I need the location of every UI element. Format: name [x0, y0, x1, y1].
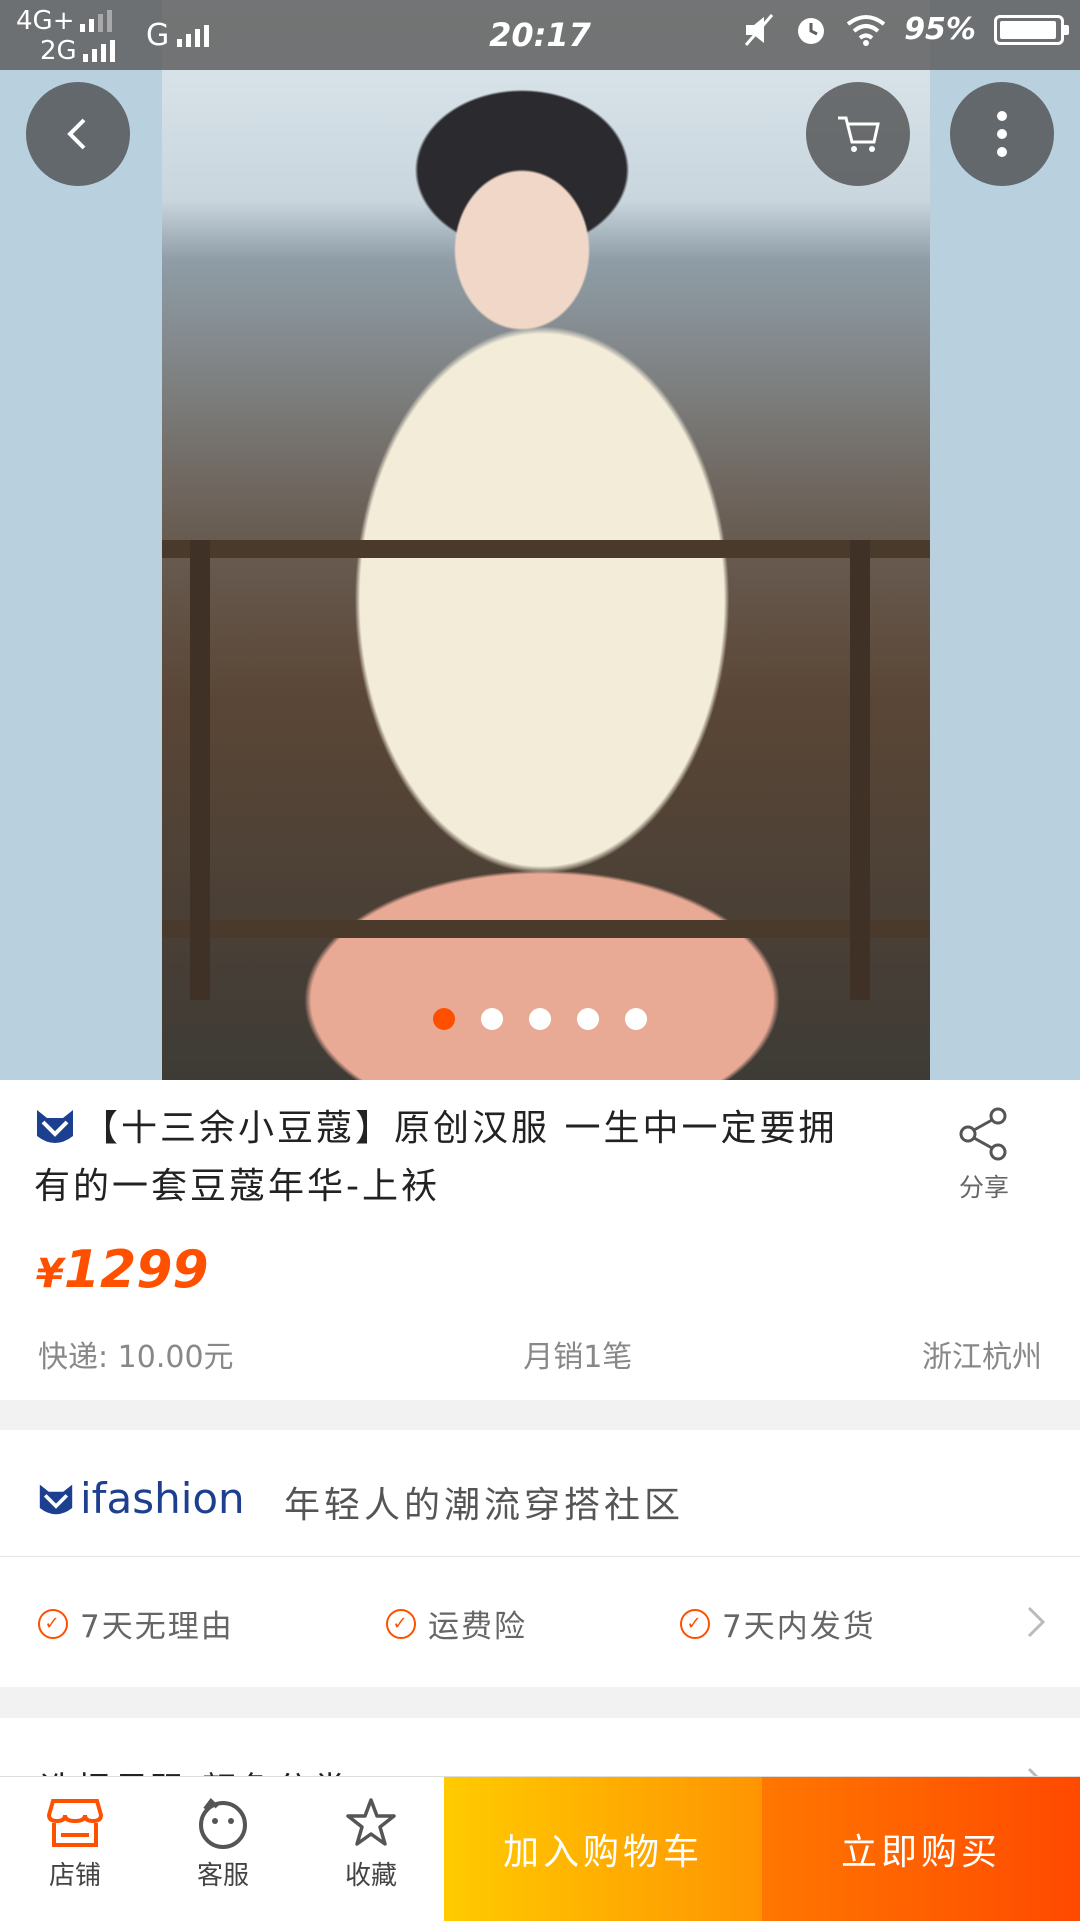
service-guarantees-row[interactable]: ✓ 7天无理由 ✓ 运费险 ✓ 7天内发货	[0, 1557, 1080, 1687]
photo-rail-decor	[162, 920, 930, 938]
favorite-button[interactable]: 收藏	[316, 1797, 426, 1892]
monthly-sales: 月销1笔	[523, 1340, 633, 1375]
photo-rail-decor	[162, 540, 930, 558]
gallery-dot[interactable]	[481, 1008, 503, 1030]
battery-icon	[994, 14, 1069, 45]
ifashion-logo: ifashion	[36, 1474, 245, 1523]
check-circle-icon: ✓	[386, 1608, 416, 1639]
more-vertical-icon	[997, 111, 1007, 157]
guarantee-item: ✓ 运费险	[386, 1601, 527, 1646]
shipping-fee: 快递: 10.00元	[38, 1340, 234, 1375]
photo-post-decor	[190, 540, 210, 1000]
guarantee-item: ✓ 7天内发货	[680, 1601, 876, 1646]
wifi-icon	[846, 14, 886, 46]
customer-service-icon	[199, 1797, 247, 1849]
star-icon	[346, 1798, 396, 1846]
favorite-label: 收藏	[344, 1861, 397, 1891]
share-label: 分享	[958, 1173, 1009, 1202]
gallery-dot[interactable]	[577, 1008, 599, 1030]
product-meta-row: 快递: 10.00元 月销1笔 浙江杭州	[38, 1332, 1042, 1376]
check-circle-icon: ✓	[680, 1608, 710, 1639]
store-label: 店铺	[48, 1861, 101, 1891]
gallery-dot[interactable]	[625, 1008, 647, 1030]
product-image-gallery[interactable]	[0, 0, 1080, 1080]
more-options-button[interactable]	[950, 82, 1054, 186]
tmall-cat-logo-icon	[39, 1484, 73, 1514]
gallery-dot[interactable]	[529, 1008, 551, 1030]
customer-service-button[interactable]: 客服	[168, 1797, 278, 1892]
alarm-icon	[798, 17, 825, 44]
status-bar: 4G+ 2G G 20:17 95%	[0, 0, 1080, 70]
guarantee-label: 运费险	[428, 1609, 527, 1645]
status-icons: 95%	[742, 12, 1069, 47]
back-button[interactable]	[26, 82, 130, 186]
battery-percent: 95%	[904, 12, 976, 47]
price-value: 1299	[63, 1240, 209, 1300]
back-icon	[67, 118, 86, 150]
add-to-cart-button[interactable]: 加入购物车	[444, 1777, 762, 1921]
product-title: 【十三余小豆蔻】原创汉服 一生中一定要拥有的一套豆蔻年华-上袄	[34, 1100, 864, 1216]
product-info-panel: 【十三余小豆蔻】原创汉服 一生中一定要拥有的一套豆蔻年华-上袄 分享 ¥1299…	[0, 1080, 1080, 1400]
ifashion-tagline: 年轻人的潮流穿搭社区	[284, 1485, 685, 1526]
photo-post-decor	[850, 540, 870, 1000]
ifashion-brand: ifashion	[80, 1474, 245, 1523]
customer-service-label: 客服	[196, 1861, 249, 1891]
share-button[interactable]: 分享	[944, 1106, 1024, 1204]
gallery-dot[interactable]	[433, 1008, 455, 1030]
price-currency: ¥	[36, 1251, 64, 1297]
guarantee-label: 7天内发货	[722, 1609, 876, 1645]
store-icon	[47, 1799, 103, 1847]
gallery-pagination	[0, 1008, 1080, 1030]
guarantee-label: 7天无理由	[80, 1609, 234, 1645]
store-button[interactable]: 店铺	[20, 1797, 130, 1892]
guarantee-item: ✓ 7天无理由	[38, 1601, 234, 1646]
ship-from-location: 浙江杭州	[922, 1340, 1042, 1375]
price: ¥1299	[36, 1240, 209, 1300]
bottom-action-bar: 店铺 客服 收藏 加入购物车 立即购买	[0, 1776, 1080, 1921]
ifashion-banner[interactable]: ifashion 年轻人的潮流穿搭社区	[0, 1430, 1080, 1557]
share-icon	[959, 1107, 1007, 1161]
tmall-cat-logo-icon	[37, 1110, 73, 1143]
cart-icon	[838, 116, 880, 152]
chevron-right-icon	[1027, 1606, 1046, 1638]
buy-now-button[interactable]: 立即购买	[762, 1777, 1080, 1921]
mute-icon	[745, 13, 774, 46]
cart-button[interactable]	[806, 82, 910, 186]
check-circle-icon: ✓	[38, 1608, 68, 1639]
product-title-text: 【十三余小豆蔻】原创汉服 一生中一定要拥有的一套豆蔻年华-上袄	[34, 1108, 838, 1207]
